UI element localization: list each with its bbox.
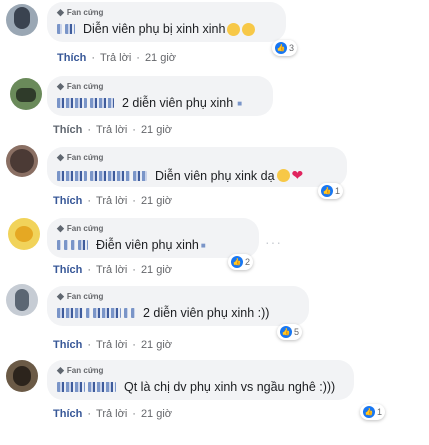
diamond-icon: ◆ (57, 152, 64, 162)
avatar[interactable] (6, 4, 38, 36)
redacted-mark: ■ (237, 98, 243, 108)
comment-item: ◆ Fan cứng Diễn viên phụ xink dạ ❤ 👍 1 Thí… (0, 143, 429, 213)
comment-text-row: 2 diễn viên phụ xinh :)) (57, 306, 269, 320)
comment-bubble: ◆ Fan cứng 2 diễn viên phụ xinh :)) (47, 286, 309, 326)
comment-item: ◆ Fan cứng 2 diễn viên phụ xinh :)) 👍 5 Th… (0, 284, 429, 354)
reaction-count[interactable]: 👍 2 (228, 254, 254, 270)
reaction-count[interactable]: 👍 1 (360, 404, 386, 420)
fan-badge: ◆ Fan cứng (57, 7, 103, 18)
like-link[interactable]: Thích (57, 52, 86, 64)
diamond-icon: ◆ (57, 223, 64, 233)
author-name-redacted[interactable] (57, 170, 150, 181)
avatar[interactable] (6, 360, 38, 392)
fan-badge: ◆ Fan cứng (57, 291, 103, 302)
diamond-icon: ◆ (57, 291, 64, 301)
author-name-redacted[interactable] (57, 240, 91, 250)
reaction-count[interactable]: 👍 3 (272, 40, 298, 56)
comment-text: 2 diễn viên phụ xinh (122, 96, 234, 110)
comment-text: Qt là chị dv phụ xinh vs ngầu nghê :))) (124, 380, 336, 394)
comment-text-row: Diễn viên phụ bị xinh xinh (57, 22, 256, 36)
comment-text-row: Diễn viên phụ xink dạ ❤ (57, 167, 303, 184)
author-name-redacted[interactable] (57, 24, 78, 34)
badge-label: Fan cứng (66, 292, 104, 301)
avatar[interactable] (8, 218, 40, 250)
timestamp[interactable]: 21 giờ (145, 52, 176, 64)
reply-link[interactable]: Trả lời (100, 52, 131, 64)
laugh-emoji-icon (276, 169, 290, 182)
fan-badge: ◆ Fan cứng (57, 365, 103, 376)
like-link[interactable]: Thích (53, 264, 82, 276)
author-name-redacted[interactable] (57, 308, 138, 318)
reply-link[interactable]: Trả lời (96, 339, 127, 351)
smile-emoji-icon (242, 22, 256, 36)
comment-actions: Thích · Trả lời · 21 giờ (53, 195, 173, 207)
comment-actions: Thích · Trả lời · 21 giờ (53, 339, 173, 351)
comment-item: ◆ Fan cứng Điễn viên phụ xinh ■ ··· 👍 2 Th… (0, 214, 429, 284)
comment-bubble: ◆ Fan cứng Diễn viên phụ bị xinh xinh (47, 2, 286, 42)
comment-text-row: Điễn viên phụ xinh ■ (57, 238, 206, 252)
comment-text: Điễn viên phụ xinh (96, 238, 199, 252)
badge-label: Fan cứng (66, 366, 104, 375)
reply-link[interactable]: Trả lời (96, 195, 127, 207)
comment-actions: Thích · Trả lời · 21 giờ (57, 52, 177, 64)
more-options-icon[interactable]: ··· (265, 234, 282, 250)
comment-text: Diễn viên phụ bị xinh xinh (83, 22, 226, 36)
fan-badge: ◆ Fan cứng (57, 152, 103, 163)
comment-text: 2 diễn viên phụ xinh :)) (143, 306, 270, 320)
comment-actions: Thích · Trả lời · 21 giờ (53, 124, 173, 136)
comment-text-row: 2 diễn viên phụ xinh ■ (57, 96, 242, 110)
reaction-count[interactable]: 👍 5 (277, 324, 303, 340)
avatar[interactable] (10, 78, 42, 110)
timestamp[interactable]: 21 giờ (141, 339, 172, 351)
badge-label: Fan cứng (66, 8, 104, 17)
like-icon: 👍 (321, 185, 333, 197)
comment-item: ◆ Fan cứng Diễn viên phụ bị xinh xinh 👍 3 … (0, 0, 429, 70)
smile-emoji-icon (227, 22, 241, 36)
reply-link[interactable]: Trả lời (96, 264, 127, 276)
badge-label: Fan cứng (66, 82, 104, 91)
badge-label: Fan cứng (66, 224, 104, 233)
comment-bubble: ◆ Fan cứng Điễn viên phụ xinh ■ (47, 218, 259, 258)
heart-icon: ❤ (291, 167, 304, 183)
avatar[interactable] (6, 145, 38, 177)
comment-text: Diễn viên phụ xink dạ (155, 168, 275, 183)
timestamp[interactable]: 21 giờ (141, 264, 172, 276)
like-link[interactable]: Thích (53, 195, 82, 207)
comment-bubble: ◆ Fan cứng Qt là chị dv phụ xinh vs ngầu … (47, 360, 354, 400)
timestamp[interactable]: 21 giờ (141, 195, 172, 207)
reaction-count[interactable]: 👍 1 (318, 183, 344, 199)
like-icon: 👍 (280, 326, 292, 338)
comment-bubble: ◆ Fan cứng Diễn viên phụ xink dạ ❤ (47, 147, 347, 187)
like-link[interactable]: Thích (53, 339, 82, 351)
diamond-icon: ◆ (57, 81, 64, 91)
badge-label: Fan cứng (66, 153, 104, 162)
like-icon: 👍 (275, 42, 287, 54)
redacted-mark: ■ (200, 240, 206, 250)
like-link[interactable]: Thích (53, 124, 82, 136)
fan-badge: ◆ Fan cứng (57, 81, 103, 92)
comment-item: ◆ Fan cứng Qt là chị dv phụ xinh vs ngầu … (0, 358, 429, 428)
comment-item: ◆ Fan cứng 2 diễn viên phụ xinh ■ Thích · … (0, 72, 429, 142)
avatar[interactable] (6, 284, 38, 316)
diamond-icon: ◆ (57, 365, 64, 375)
comment-actions: Thích · Trả lời · 21 giờ (53, 264, 173, 276)
comment-text-row: Qt là chị dv phụ xinh vs ngầu nghê :))) (57, 380, 335, 394)
diamond-icon: ◆ (57, 7, 64, 17)
like-icon: 👍 (363, 406, 375, 418)
like-link[interactable]: Thích (53, 408, 82, 420)
author-name-redacted[interactable] (57, 382, 119, 392)
reply-link[interactable]: Trả lời (96, 408, 127, 420)
reply-link[interactable]: Trả lời (96, 124, 127, 136)
comment-bubble: ◆ Fan cứng 2 diễn viên phụ xinh ■ (47, 76, 273, 116)
fan-badge: ◆ Fan cứng (57, 223, 103, 234)
timestamp[interactable]: 21 giờ (141, 408, 172, 420)
author-name-redacted[interactable] (57, 98, 117, 108)
like-icon: 👍 (231, 256, 243, 268)
comment-actions: Thích · Trả lời · 21 giờ (53, 408, 173, 420)
timestamp[interactable]: 21 giờ (141, 124, 172, 136)
